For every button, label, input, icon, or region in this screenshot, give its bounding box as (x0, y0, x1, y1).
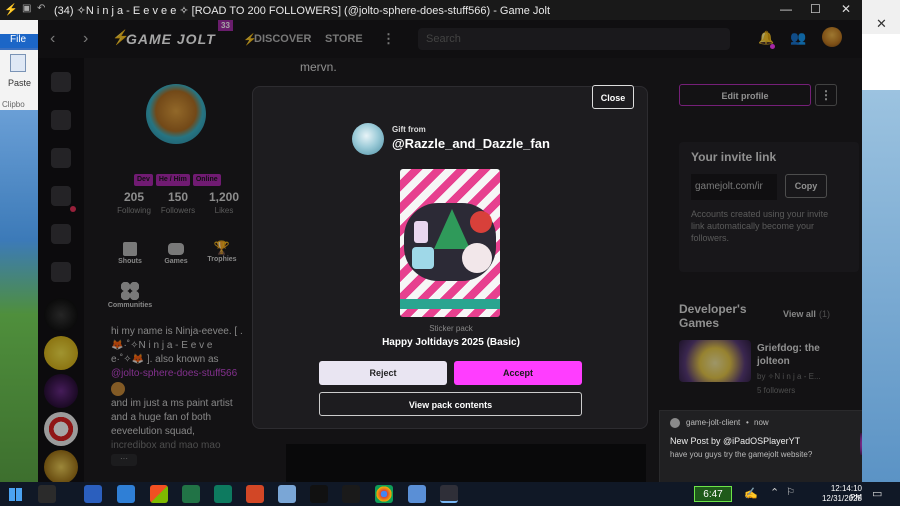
undo-icon[interactable]: ↶ (37, 3, 45, 14)
tiktok-icon[interactable] (310, 485, 328, 503)
christmas-tree-icon (434, 209, 470, 249)
taskbar-date[interactable]: 12/31/2025 (818, 494, 862, 503)
gamejolt-taskbar-icon[interactable] (342, 485, 360, 503)
candle-icon (414, 221, 428, 243)
background-panel (862, 34, 900, 90)
background-app-left: File Paste Clipbo (0, 20, 38, 482)
character-icon (462, 243, 492, 273)
minimize-button[interactable]: — (780, 2, 792, 16)
sticker-pack-image[interactable] (400, 169, 500, 317)
paste-icon[interactable] (10, 54, 26, 72)
paste-label: Paste (8, 78, 32, 88)
background-image-right (862, 90, 900, 482)
taskbar: 6:47 ✍ ⌃ ⚐ 12:14:10 PM 12/31/2025 ▭ (0, 482, 900, 506)
sender-avatar[interactable] (352, 123, 384, 155)
toast-body: have you guys try the gamejolt website? (670, 450, 813, 459)
toast-title: New Post by @iPadOSPlayerYT (670, 436, 801, 446)
pack-stripe (400, 299, 500, 309)
window-title: (34) ✧N i n j a - E e v e e ✧ [ROAD TO 2… (54, 5, 551, 17)
toast-source: game-jolt-client (686, 418, 741, 427)
maximize-button[interactable]: ☐ (810, 2, 821, 16)
tray-icons[interactable]: ⚐ (786, 487, 795, 498)
window-titlebar: ⚡ ▣ ↶ (34) ✧N i n j a - E e v e e ✧ [ROA… (0, 0, 862, 20)
store-icon[interactable] (150, 485, 168, 503)
notification-toast[interactable]: game-jolt-client • now ✕ New Post by @iP… (659, 410, 862, 482)
accept-button[interactable]: Accept (454, 361, 582, 385)
background-app-right: ✕ (862, 0, 900, 482)
powerpoint-icon[interactable] (246, 485, 264, 503)
snow-icon (412, 247, 434, 269)
file-explorer-icon[interactable] (117, 485, 135, 503)
gamejolt-app: ‹ › ⚡ GAME JOLT 33 ⚡ DISCOVER STORE ⋮ Se… (38, 20, 862, 482)
chrome-icon[interactable] (375, 485, 393, 503)
clipboard-label: Clipbo (2, 100, 25, 109)
client-icon (670, 418, 680, 428)
background-close-icon[interactable]: ✕ (876, 16, 887, 32)
toast-separator: • (746, 418, 749, 427)
pack-type: Sticker pack (429, 324, 473, 333)
task-view-icon[interactable] (38, 485, 56, 503)
view-pack-contents-button[interactable]: View pack contents (319, 392, 582, 416)
handwriting-icon[interactable]: ✍ (744, 487, 758, 500)
close-modal-button[interactable]: Close (592, 85, 634, 109)
sender-username[interactable]: @Razzle_and_Dazzle_fan (392, 136, 550, 151)
start-windows-icon[interactable] (9, 488, 22, 501)
toast-thumbnail (860, 433, 862, 455)
save-icon[interactable]: ▣ (22, 3, 31, 14)
reject-button[interactable]: Reject (319, 361, 447, 385)
ornament-icon (470, 211, 492, 233)
toast-time: now (754, 418, 769, 427)
notification-center-icon[interactable]: ▭ (872, 487, 882, 500)
pack-name: Happy Joltidays 2025 (Basic) (382, 337, 520, 348)
background-image (0, 110, 38, 482)
excel-icon[interactable] (182, 485, 200, 503)
show-hidden-icons-icon[interactable]: ⌃ (770, 486, 779, 499)
gift-from-label: Gift from (392, 125, 426, 134)
gift-modal: Close Gift from @Razzle_and_Dazzle_fan S… (252, 85, 648, 429)
gamejolt-app-icon: ⚡ (4, 4, 18, 16)
app-icon[interactable] (408, 485, 426, 503)
close-window-button[interactable]: ✕ (841, 2, 851, 16)
word-icon[interactable] (84, 485, 102, 503)
battery-indicator[interactable]: 6:47 (694, 486, 732, 502)
sticker-pack-art (404, 203, 496, 281)
paint-icon[interactable] (278, 485, 296, 503)
publisher-icon[interactable] (214, 485, 232, 503)
paste-area: Paste Clipbo (0, 50, 38, 110)
background-app-ribbon (0, 20, 38, 34)
file-menu[interactable]: File (0, 34, 38, 48)
gamejolt-active-taskbar-icon[interactable] (440, 485, 458, 503)
